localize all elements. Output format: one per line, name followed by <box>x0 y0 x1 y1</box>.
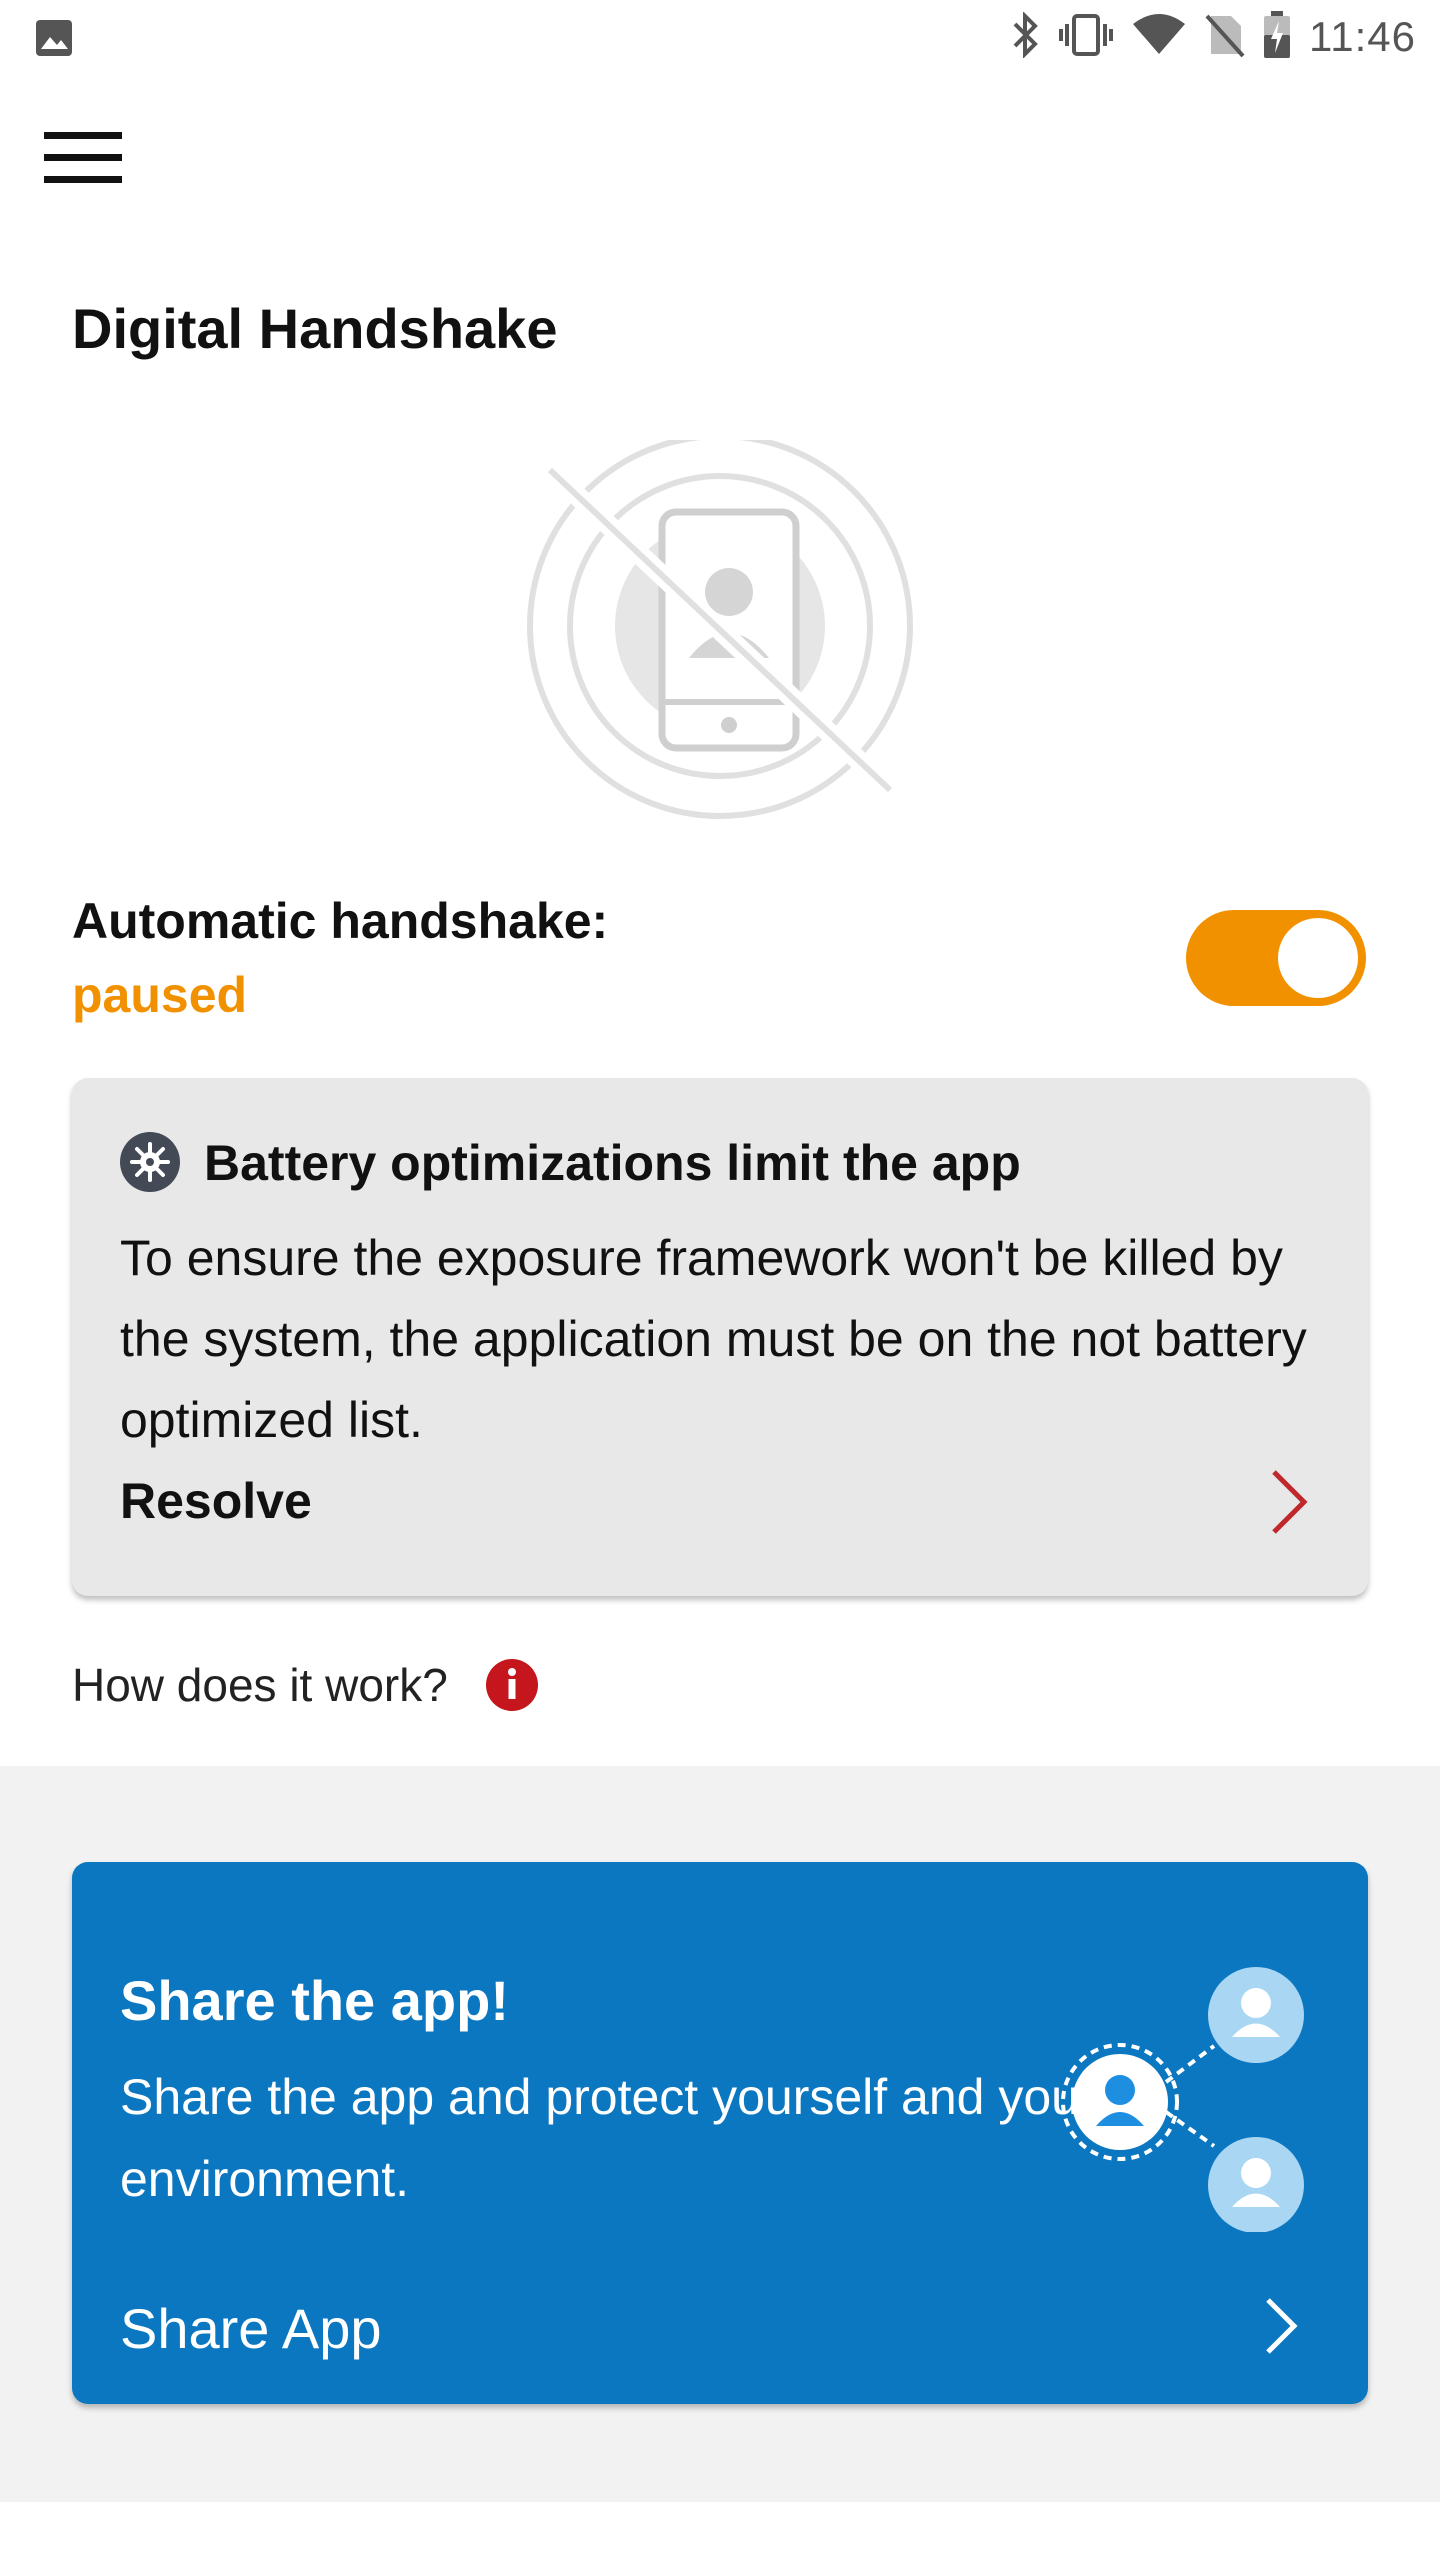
share-card-text: Share the app and protect yourself and y… <box>120 2069 1096 2207</box>
vibrate-icon <box>1059 12 1113 63</box>
share-network-illustration <box>1056 1942 1316 2233</box>
battery-card-title: Battery optimizations limit the app <box>204 1135 1021 1191</box>
share-card-title: Share the app! <box>120 1969 509 2032</box>
hamburger-menu-icon[interactable] <box>40 128 126 188</box>
how-does-it-work-label: How does it work? <box>72 1659 448 1711</box>
battery-charging-icon <box>1263 10 1291 64</box>
resolve-label: Resolve <box>120 1473 312 1529</box>
info-icon <box>485 1659 538 1711</box>
resolve-button[interactable]: Resolve <box>72 1444 1368 1564</box>
no-sim-icon <box>1205 12 1245 63</box>
handshake-status: paused <box>72 967 248 1023</box>
battery-optimization-card: Battery optimizations limit the app To e… <box>72 1078 1368 1596</box>
status-bar: 11:46 <box>0 0 1440 72</box>
phone-handshake-paused-illustration <box>520 433 920 820</box>
gear-icon <box>120 1132 180 1192</box>
status-time: 11:46 <box>1309 13 1416 60</box>
chevron-right-icon <box>1268 1466 1312 1538</box>
automatic-handshake-label: Automatic handshake: <box>72 893 609 949</box>
share-app-button[interactable]: Share App <box>72 2266 1368 2386</box>
wifi-icon <box>1131 12 1187 63</box>
share-app-label: Share App <box>120 2297 382 2360</box>
share-app-card: Share the app! Share the app and protect… <box>72 1862 1368 2404</box>
page-title: Digital Handshake <box>72 297 558 360</box>
battery-card-text: To ensure the exposure framework won't b… <box>120 1230 1307 1448</box>
how-does-it-work-link[interactable]: How does it work? <box>72 1650 538 1720</box>
automatic-handshake-toggle[interactable] <box>1186 910 1366 1006</box>
image-icon <box>34 18 74 63</box>
bluetooth-icon <box>1011 10 1041 63</box>
chevron-right-icon <box>1262 2294 1302 2358</box>
toggle-knob <box>1278 918 1358 998</box>
